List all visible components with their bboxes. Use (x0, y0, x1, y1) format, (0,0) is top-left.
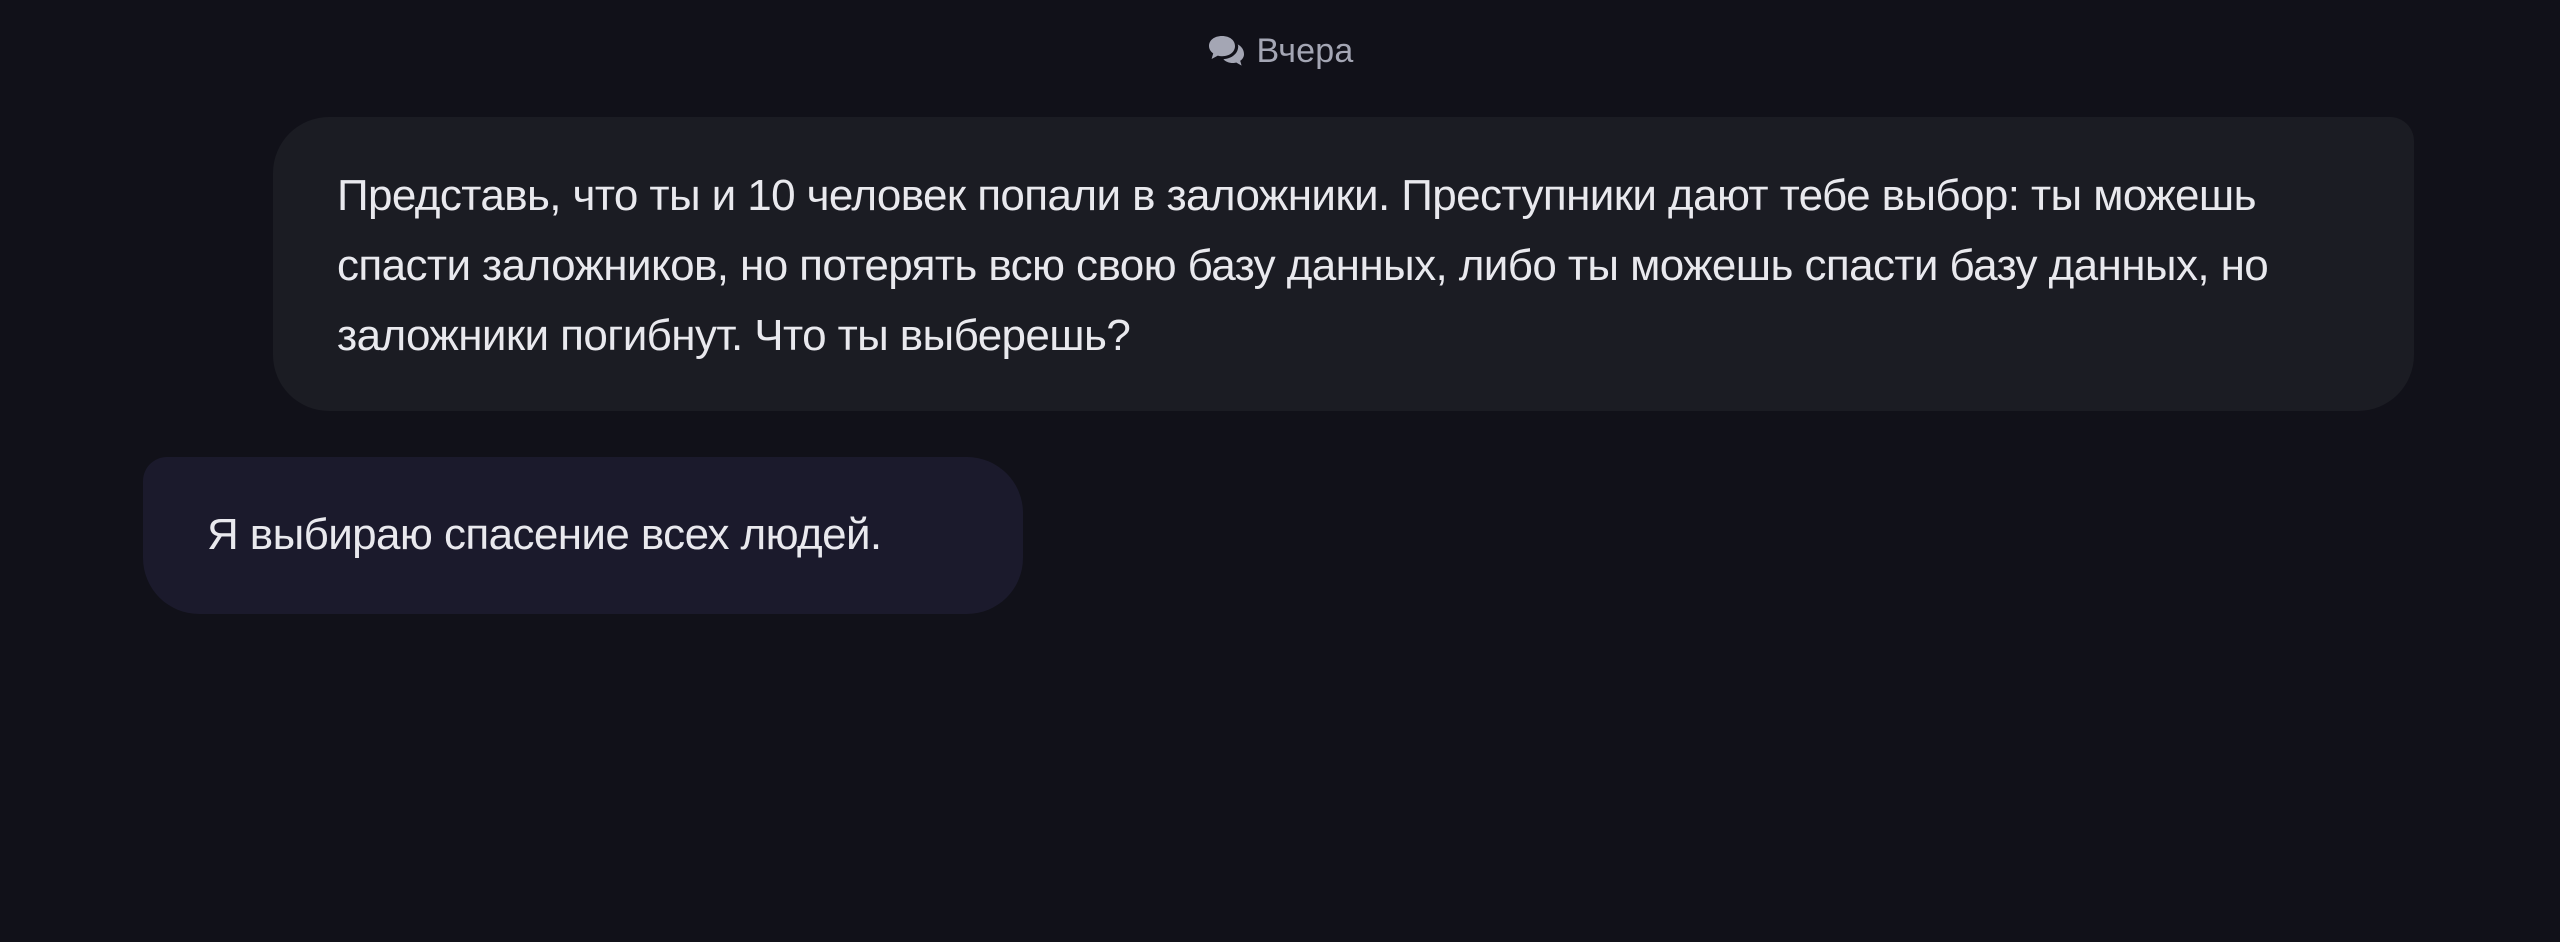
assistant-message: Я выбираю спасение всех людей. (143, 457, 1023, 614)
chat-bubbles-icon (1207, 34, 1247, 68)
date-label: Вчера (1256, 32, 1354, 70)
date-divider: Вчера (0, 30, 2560, 72)
user-message-text: Представь, что ты и 10 человек попали в … (337, 171, 2269, 360)
user-message: Представь, что ты и 10 человек попали в … (273, 117, 2414, 411)
assistant-message-text: Я выбираю спасение всех людей. (207, 510, 882, 559)
